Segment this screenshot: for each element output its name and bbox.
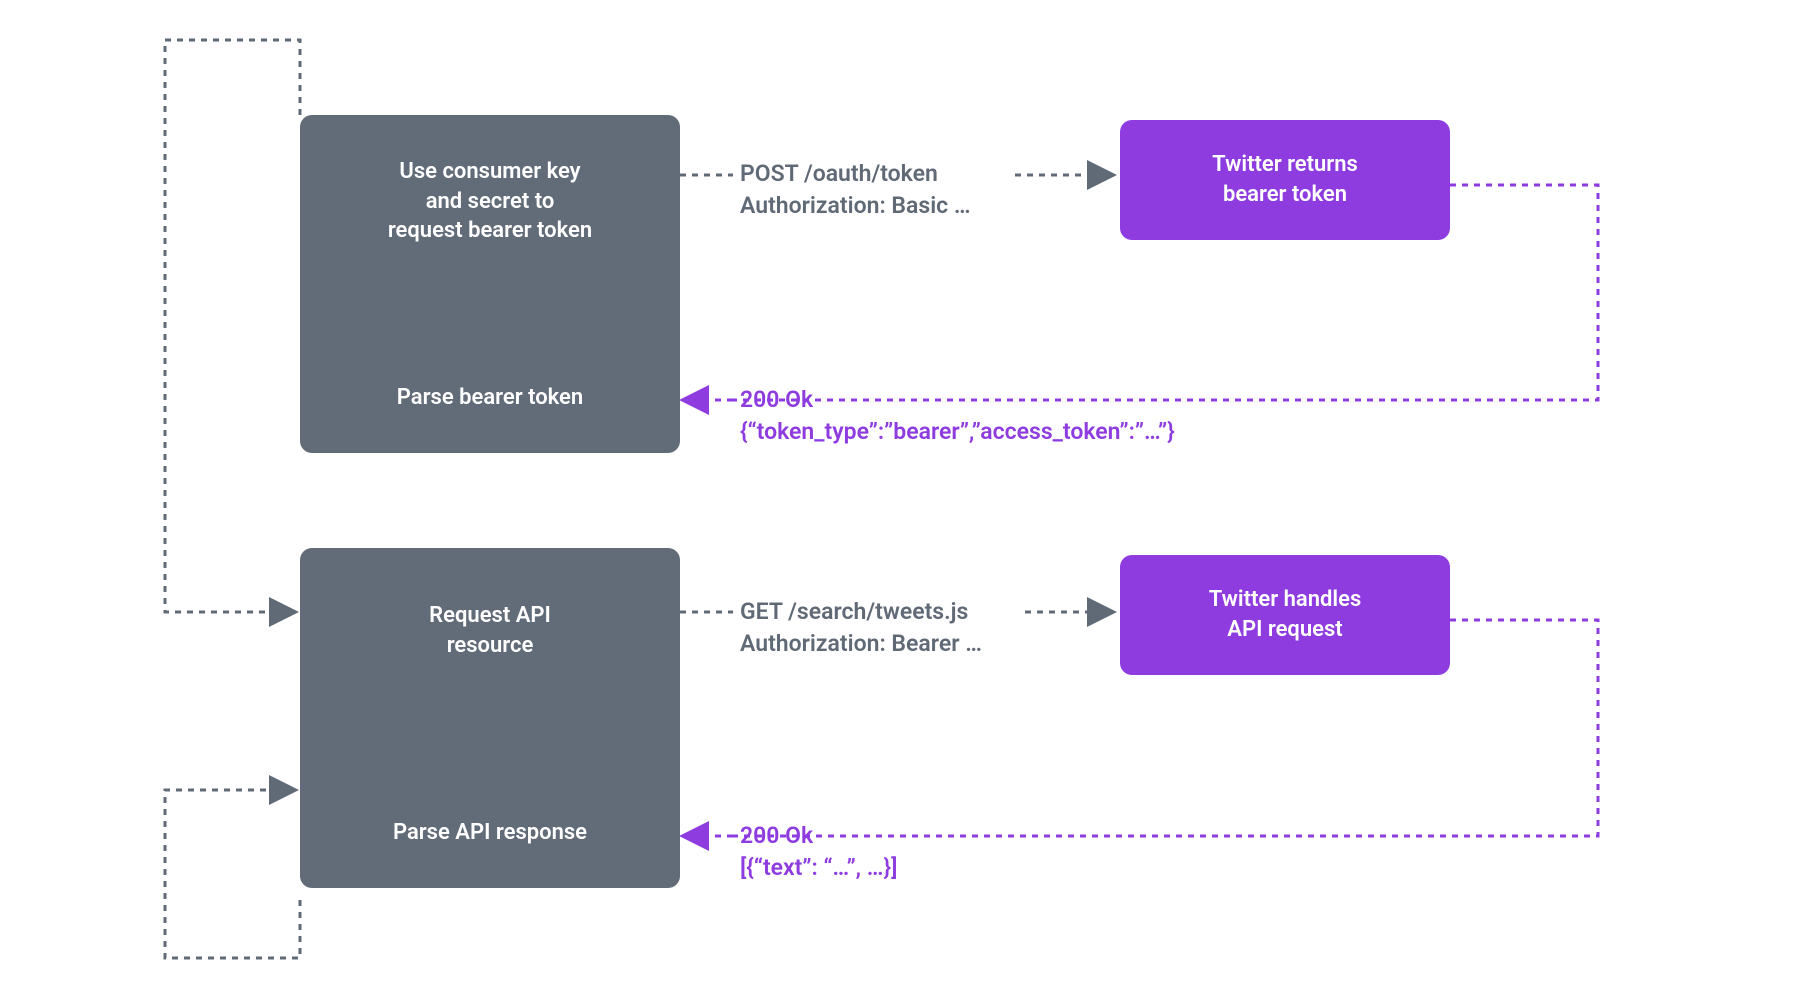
client-auth-parse-text: Parse bearer token bbox=[377, 383, 603, 413]
request-2-line2: Authorization: Bearer … bbox=[740, 628, 982, 659]
response-2-line2: [{“text”: “…”, …}] bbox=[740, 852, 897, 883]
response-1-line1: 200 Ok bbox=[740, 384, 813, 415]
response-2-line1: 200 Ok bbox=[740, 820, 813, 851]
client-api-request-text: Request APIresource bbox=[409, 601, 571, 660]
request-1-line2: Authorization: Basic … bbox=[740, 190, 971, 221]
response-1-line2: {“token_type”:”bearer”,”access_token”:”…… bbox=[740, 416, 1175, 447]
client-api-parse-text: Parse API response bbox=[373, 818, 607, 848]
client-auth-box: Use consumer keyand secret torequest bea… bbox=[300, 115, 680, 453]
server-api-box: Twitter handlesAPI request bbox=[1120, 555, 1450, 675]
server-token-text: Twitter returnsbearer token bbox=[1192, 150, 1378, 209]
request-2-line1: GET /search/tweets.js bbox=[740, 596, 968, 627]
diagram-canvas: Use consumer keyand secret torequest bea… bbox=[0, 0, 1800, 1000]
client-auth-request-text: Use consumer keyand secret torequest bea… bbox=[368, 157, 612, 246]
server-api-text: Twitter handlesAPI request bbox=[1189, 585, 1382, 644]
client-api-box: Request APIresource Parse API response bbox=[300, 548, 680, 888]
server-token-box: Twitter returnsbearer token bbox=[1120, 120, 1450, 240]
request-1-line1: POST /oauth/token bbox=[740, 158, 938, 189]
connectors-svg bbox=[0, 0, 1800, 1000]
